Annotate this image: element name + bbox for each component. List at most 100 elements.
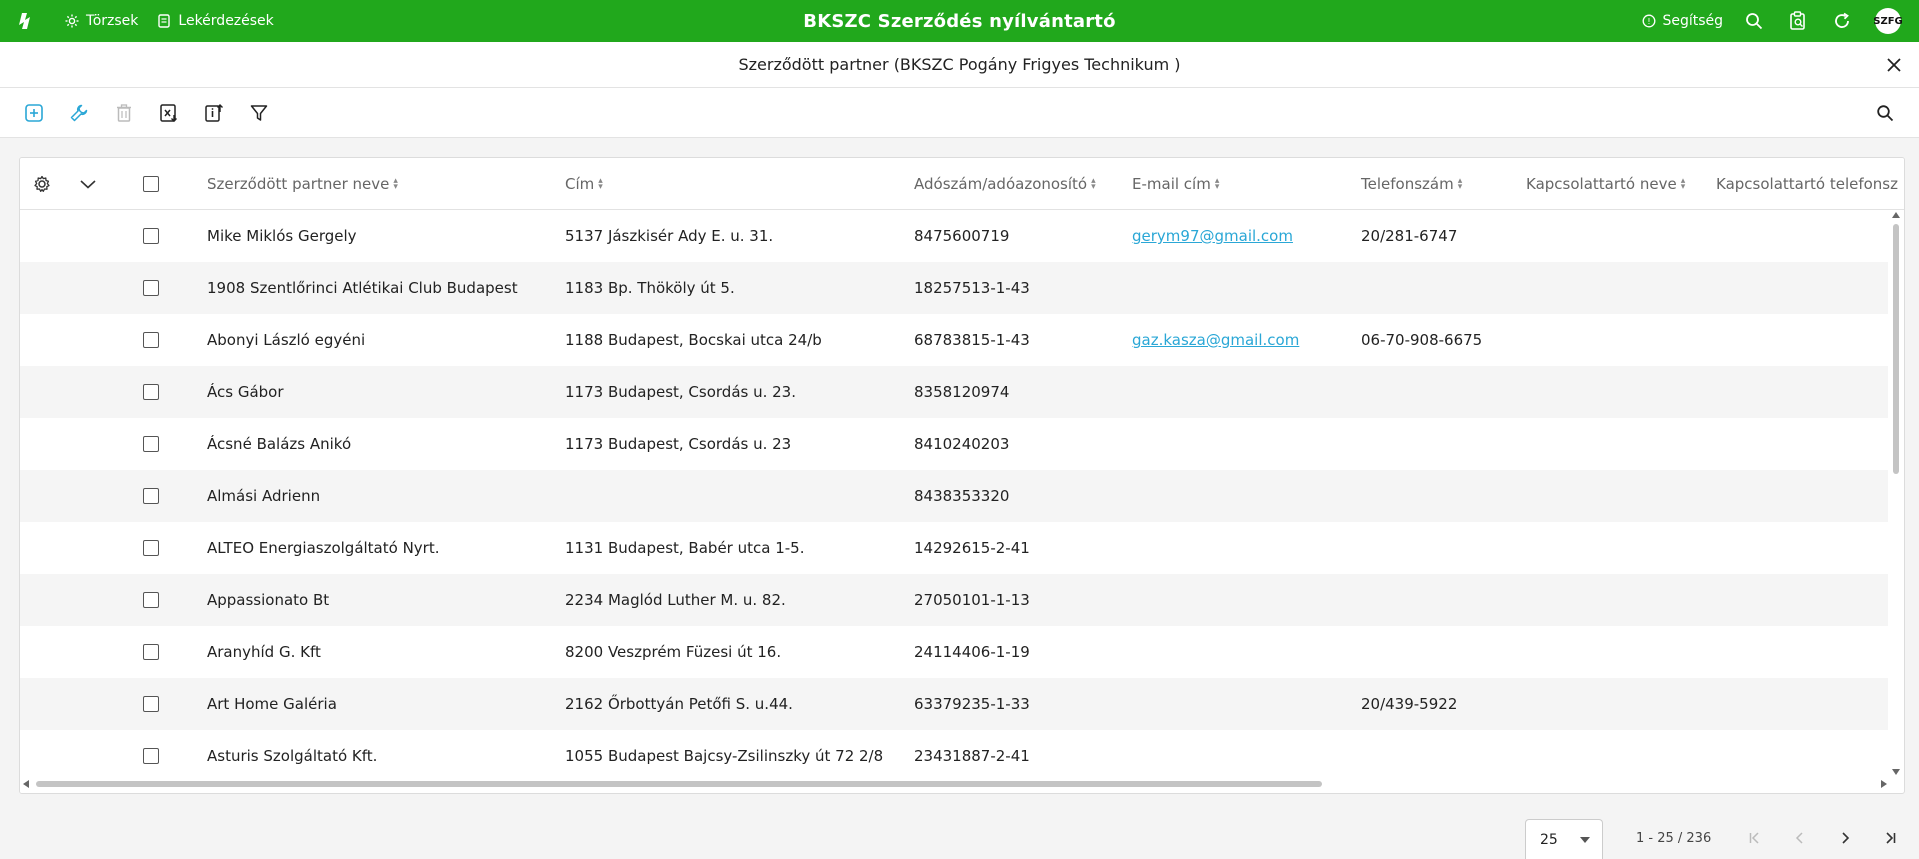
row-checkbox[interactable] bbox=[143, 210, 159, 262]
top-app-bar: Törzsek Lekérdezések BKSZC Szerződés nyí… bbox=[0, 0, 1919, 42]
checkbox-box bbox=[143, 540, 159, 556]
row-checkbox[interactable] bbox=[143, 366, 159, 418]
column-header-phone[interactable]: Telefonszám ▴ ▾ bbox=[1361, 158, 1462, 210]
nav-torzsek[interactable]: Törzsek bbox=[64, 13, 138, 29]
table-row[interactable]: ALTEO Energiaszolgáltató Nyrt. 1131 Buda… bbox=[20, 522, 1890, 574]
cell-address: 1131 Budapest, Babér utca 1-5. bbox=[565, 539, 805, 557]
cell-tax-number: 68783815-1-43 bbox=[914, 331, 1030, 349]
cell-tax-number: 14292615-2-41 bbox=[914, 539, 1030, 557]
column-header-contact-name[interactable]: Kapcsolattartó neve ▴ ▾ bbox=[1526, 158, 1685, 210]
expand-all-chevron-icon[interactable] bbox=[79, 158, 97, 210]
email-link[interactable]: gerym97@gmail.com bbox=[1132, 227, 1293, 245]
row-checkbox[interactable] bbox=[143, 314, 159, 366]
cell-tax-number: 8410240203 bbox=[914, 435, 1010, 453]
cell-address: 1188 Budapest, Bocskai utca 24/b bbox=[565, 331, 822, 349]
cell-partner-name: Art Home Galéria bbox=[207, 695, 337, 713]
row-checkbox[interactable] bbox=[143, 470, 159, 522]
first-page-icon[interactable] bbox=[1745, 828, 1765, 848]
table-row[interactable]: Ács Gábor 1173 Budapest, Csordás u. 23. … bbox=[20, 366, 1890, 418]
page-size-select[interactable]: 25 bbox=[1525, 819, 1603, 859]
cell-email: gerym97@gmail.com bbox=[1132, 210, 1293, 262]
row-checkbox[interactable] bbox=[143, 418, 159, 470]
cell-address: 8200 Veszprém Füzesi út 16. bbox=[565, 643, 782, 661]
checkbox-box bbox=[143, 280, 159, 296]
table-row[interactable]: Ácsné Balázs Anikó 1173 Budapest, Csordá… bbox=[20, 418, 1890, 470]
cell-partner-name: ALTEO Energiaszolgáltató Nyrt. bbox=[207, 539, 440, 557]
help-button[interactable]: ! Segítség bbox=[1642, 13, 1723, 29]
table-row[interactable]: Aranyhíd G. Kft 8200 Veszprém Füzesi út … bbox=[20, 626, 1890, 678]
user-avatar[interactable]: SZFG bbox=[1873, 8, 1903, 34]
trash-icon[interactable] bbox=[112, 101, 136, 125]
row-checkbox[interactable] bbox=[143, 262, 159, 314]
filter-icon[interactable] bbox=[247, 101, 271, 125]
cell-partner-name: Asturis Szolgáltató Kft. bbox=[207, 747, 378, 765]
table-row[interactable]: 1908 Szentlőrinci Atlétikai Club Budapes… bbox=[20, 262, 1890, 314]
excel-export-icon[interactable] bbox=[157, 101, 181, 125]
vertical-scroll-thumb[interactable] bbox=[1893, 224, 1899, 474]
column-header-address[interactable]: Cím ▴ ▾ bbox=[565, 158, 603, 210]
wrench-icon[interactable] bbox=[67, 101, 91, 125]
close-icon[interactable] bbox=[1883, 54, 1905, 76]
cell-tax-number: 8475600719 bbox=[914, 227, 1010, 245]
paginator: 25 1 - 25 / 236 bbox=[0, 810, 1919, 859]
column-header-email[interactable]: E-mail cím ▴ ▾ bbox=[1132, 158, 1219, 210]
row-checkbox[interactable] bbox=[143, 678, 159, 730]
cell-address: 2234 Maglód Luther M. u. 82. bbox=[565, 591, 786, 609]
table-row[interactable]: Appassionato Bt 2234 Maglód Luther M. u.… bbox=[20, 574, 1890, 626]
page-range-label: 1 - 25 / 236 bbox=[1636, 831, 1712, 846]
email-link[interactable]: gaz.kasza@gmail.com bbox=[1132, 331, 1299, 349]
column-header-contact-phone[interactable]: Kapcsolattartó telefonsz bbox=[1716, 158, 1904, 210]
row-checkbox[interactable] bbox=[143, 626, 159, 678]
checkbox-box bbox=[143, 176, 159, 192]
svg-text:!: ! bbox=[1648, 17, 1651, 26]
cell-partner-name: Abonyi László egyéni bbox=[207, 331, 366, 349]
scroll-up-icon[interactable] bbox=[1892, 212, 1900, 218]
sort-icon: ▴ ▾ bbox=[598, 176, 603, 192]
import-icon[interactable] bbox=[202, 101, 226, 125]
row-checkbox[interactable] bbox=[143, 574, 159, 626]
column-label: Kapcsolattartó neve bbox=[1526, 175, 1677, 193]
cell-partner-name: Almási Adrienn bbox=[207, 487, 321, 505]
add-icon[interactable] bbox=[22, 101, 46, 125]
app-logo-icon[interactable] bbox=[18, 0, 46, 42]
table-row[interactable]: Abonyi László egyéni 1188 Budapest, Bocs… bbox=[20, 314, 1890, 366]
global-search-icon[interactable] bbox=[1743, 10, 1765, 32]
grid-search-icon[interactable] bbox=[1873, 101, 1897, 125]
column-label: Telefonszám bbox=[1361, 175, 1454, 193]
cell-address: 1055 Budapest Bajcsy-Zsilinszky út 72 2/… bbox=[565, 747, 884, 765]
column-label: Cím bbox=[565, 175, 595, 193]
table-row[interactable]: Asturis Szolgáltató Kft. 1055 Budapest B… bbox=[20, 730, 1890, 777]
horizontal-scroll-thumb[interactable] bbox=[36, 781, 1322, 787]
page-size-value: 25 bbox=[1540, 831, 1558, 848]
table-row[interactable]: Art Home Galéria 2162 Őrbottyán Petőfi S… bbox=[20, 678, 1890, 730]
refresh-icon[interactable] bbox=[1831, 10, 1853, 32]
next-page-icon[interactable] bbox=[1835, 828, 1855, 848]
cell-tax-number: 8438353320 bbox=[914, 487, 1010, 505]
column-settings-icon[interactable] bbox=[33, 158, 51, 210]
nav-lekerdezesek[interactable]: Lekérdezések bbox=[156, 13, 274, 29]
cell-tax-number: 63379235-1-33 bbox=[914, 695, 1030, 713]
table-row[interactable]: Almási Adrienn 8438353320 bbox=[20, 470, 1890, 522]
grid-header: Szerződött partner neve ▴ ▾ Cím ▴ ▾ Adószám/… bbox=[20, 158, 1904, 210]
scroll-right-icon[interactable] bbox=[1881, 780, 1887, 788]
vertical-scrollbar[interactable] bbox=[1888, 210, 1904, 777]
horizontal-scrollbar[interactable] bbox=[20, 775, 1890, 793]
help-bubble-icon: ! bbox=[1642, 14, 1656, 28]
row-checkbox[interactable] bbox=[143, 522, 159, 574]
sort-icon: ▴ ▾ bbox=[393, 176, 398, 192]
sort-icon: ▴ ▾ bbox=[1680, 176, 1686, 192]
table-row[interactable]: Mike Miklós Gergely 5137 Jászkisér Ady E… bbox=[20, 210, 1890, 262]
column-header-tax-number[interactable]: Adószám/adóazonosító ▴ ▾ bbox=[914, 158, 1096, 210]
cell-tax-number: 18257513-1-43 bbox=[914, 279, 1030, 297]
cell-partner-name: Ács Gábor bbox=[207, 383, 284, 401]
scroll-left-icon[interactable] bbox=[23, 780, 29, 788]
previous-page-icon[interactable] bbox=[1790, 828, 1810, 848]
chevron-down-icon bbox=[1580, 837, 1590, 843]
clipboard-search-icon[interactable] bbox=[1787, 10, 1809, 32]
column-header-partner-name[interactable]: Szerződött partner neve ▴ ▾ bbox=[207, 158, 398, 210]
row-checkbox[interactable] bbox=[143, 730, 159, 777]
cell-phone: 20/281-6747 bbox=[1361, 227, 1458, 245]
select-all-checkbox[interactable] bbox=[143, 158, 159, 210]
scroll-down-icon[interactable] bbox=[1892, 769, 1900, 775]
last-page-icon[interactable] bbox=[1880, 828, 1900, 848]
